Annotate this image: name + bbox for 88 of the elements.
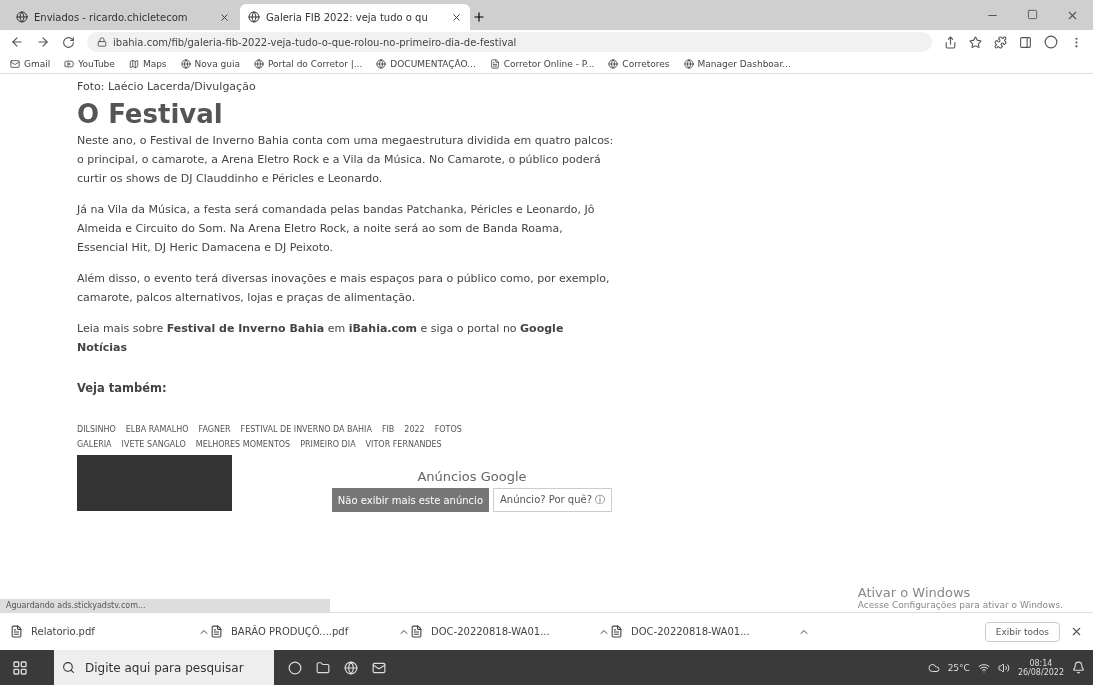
download-item[interactable]: BARÃO PRODUÇÕ....pdf [231,626,390,637]
new-tab-icon[interactable] [472,10,486,24]
show-all-button[interactable]: Exibir todos [984,621,1060,642]
bookmark[interactable]: DOCUMENTAÇÃO... [390,58,476,69]
wifi-icon [977,661,990,674]
tag-link[interactable]: VITOR FERNANDES [365,440,442,449]
tag-link[interactable]: FIB [381,425,395,434]
temperature-text: 25°C [947,662,970,673]
tag-link[interactable]: DILSINHO [77,425,116,434]
paragraph: Além disso, o evento terá diversas inovações e mais espaços para o público como, por exemplo, camarote, palcos alternativos, lojas e praças de alimentação. [77,271,611,306]
search-bar[interactable]: Digite aqui para pesquisar [54,650,274,685]
bookmark[interactable]: Manager Dashboar... [697,58,791,69]
folder-icon[interactable] [316,660,330,675]
address-bar[interactable]: ibahia.com/fib/galeria-fib-2022-veja-tudo-o-que-rolou-no-primeiro-dia-de-festival [87,32,932,52]
status-text: Aguardando ads.stickyadstv.com... [0,599,330,612]
bookmark-icon [608,58,619,69]
star-icon[interactable] [969,35,982,49]
search-field[interactable]: Digite aqui para pesquisar [83,659,266,676]
bookmark-icon [128,58,139,69]
lock-icon [97,37,107,47]
volume-icon [997,661,1010,674]
globe-icon [16,11,28,23]
maximize-icon[interactable] [1027,9,1038,20]
task-view-icon[interactable] [288,660,302,675]
close-icon[interactable] [1066,9,1079,22]
bookmark[interactable]: Gmail [24,58,51,69]
search-icon [62,661,75,674]
start-icon[interactable] [12,659,28,676]
puzzle-icon[interactable] [994,35,1007,49]
profile-icon[interactable] [1044,35,1058,49]
ad-title: Anúncios Google [417,469,527,484]
tag-link[interactable]: FAGNER [198,425,231,434]
tag-link[interactable]: IVETE SANGALO [121,440,186,449]
tag-link[interactable]: GALERIA [77,440,112,449]
browser-tab[interactable]: Enviados - ricardo.chicletecom [8,4,238,30]
tag-link[interactable]: FOTOS [434,425,462,434]
share-icon[interactable] [944,35,957,49]
time-text: 08:14 [1029,658,1053,668]
date-text: 26/08/2022 [1017,667,1064,677]
side-panel-icon[interactable] [1019,35,1032,49]
close-icon[interactable] [1070,625,1083,638]
reload-icon[interactable] [62,35,75,49]
bookmark-icon [683,58,694,69]
tag-link[interactable]: ELBA RAMALHO [125,425,189,434]
globe-icon [248,11,260,23]
file-icon [210,625,223,638]
bookmark[interactable]: Portal do Corretor |... [267,58,363,69]
bookmark[interactable]: Nova guia [194,58,240,69]
bookmark[interactable]: Corretor Online - P... [503,58,595,69]
file-icon [410,625,423,638]
tag-link[interactable]: FESTIVAL DE INVERNO DA BAHIA [240,425,372,434]
bookmark-icon [489,58,500,69]
stop-ad-button[interactable]: Não exibir mais este anúncio [331,488,489,512]
bookmark-icon [253,58,264,69]
browser-tab[interactable]: Galeria FIB 2022: veja tudo o qu [240,4,470,30]
close-icon[interactable] [219,11,230,23]
back-icon[interactable] [10,35,24,49]
tag-link[interactable]: 2022 [404,425,425,434]
bookmark-icon [64,58,75,69]
paragraph: Neste ano, o Festival de Inverno Bahia conta com uma megaestrutura dividida em quatro palcos: o principal, o camarote, a Arena Eletro Rock e a Vila da Música. No Camarote, o público poderá curtir os shows de DJ Clauddinho e Péricles e Leonardo. [77,133,615,187]
paragraph: Já na Vila da Música, a festa será comandada pelas bandas Patchanka, Péricles e Leonardo, Jô Almeida e Circuito do Som. Na Arena Eletro Rock, a noite será ao som de Banda Roama, Essencial Hit, DJ Heric Damacena e DJ Peixoto. [77,202,596,256]
download-item[interactable]: DOC-20220818-WA01... [631,626,790,637]
section-heading: O Festival [77,99,224,129]
paragraph: Leia mais sobre Festival de Inverno Bahia em iBahia.com e siga o portal no Google Notícias [77,321,565,356]
bookmark[interactable]: YouTube [78,58,115,69]
forward-icon[interactable] [36,35,50,49]
bookmark-icon [376,58,387,69]
tag-link[interactable]: MELHORES MOMENTOS [195,440,291,449]
bookmark[interactable]: Corretores [622,58,670,69]
why-ad-button[interactable]: Anúncio? Por quê? ⓘ [493,488,613,512]
weather-icon [927,661,940,674]
file-icon [10,625,23,638]
activation-title: Ativar o Windows [857,585,972,600]
url-text: ibahia.com/fib/galeria-fib-2022-veja-tudo-o-que-rolou-no-primeiro-dia-de-festival [113,36,517,48]
bookmark[interactable]: Maps [142,58,167,69]
download-item[interactable]: DOC-20220818-WA01... [431,626,590,637]
download-item[interactable]: Relatorio.pdf [31,626,190,637]
tag-link[interactable]: PRIMEIRO DIA [300,440,356,449]
close-icon[interactable] [451,11,462,23]
bookmark-icon [10,58,20,69]
notification-icon[interactable] [1072,661,1085,674]
photo-credit: Foto: Laécio Lacerda/Divulgação [77,80,257,93]
browser-icon[interactable] [344,660,358,675]
mail-icon[interactable] [372,660,386,675]
bookmark-icon [180,58,191,69]
file-icon [610,625,623,638]
see-also-label: Veja também: [77,381,168,395]
activation-text: Acesse Configurações para ativar o Windows. [857,600,1063,610]
